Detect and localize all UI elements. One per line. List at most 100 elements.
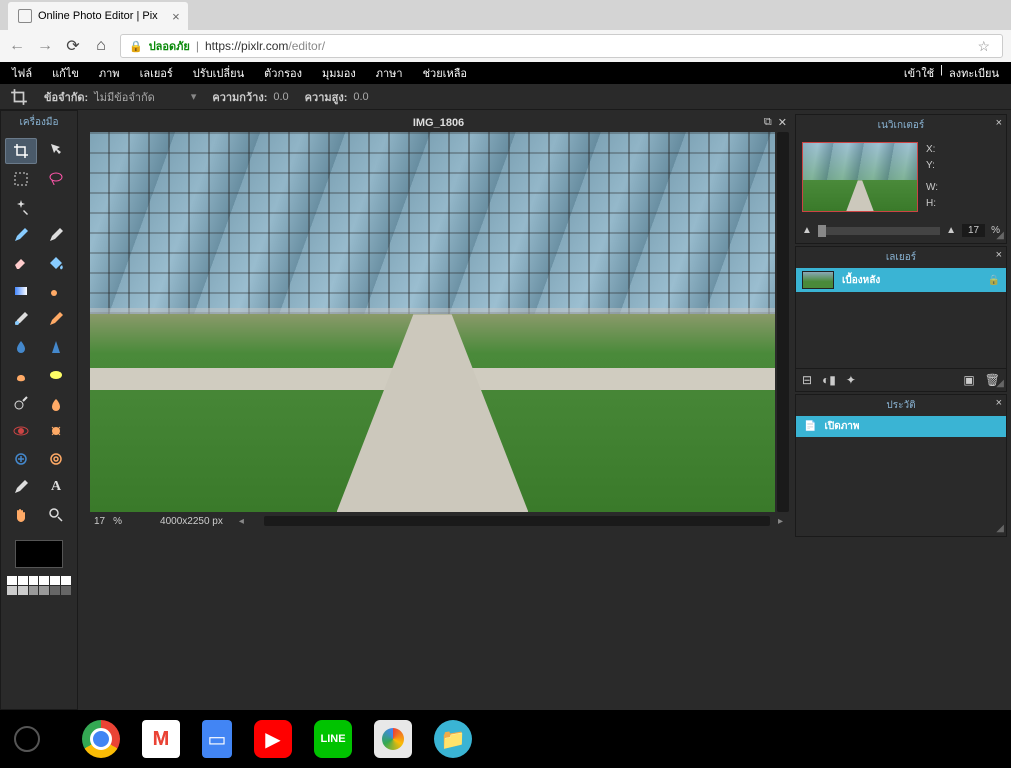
tool-burn[interactable] (40, 390, 72, 416)
tool-type[interactable]: A (40, 474, 72, 500)
close-icon[interactable]: × (172, 9, 180, 24)
layer-mask-icon[interactable]: ◐▮ (822, 373, 836, 387)
menu-help[interactable]: ช่วยเหลือ (423, 64, 467, 82)
canvas-image[interactable] (90, 132, 775, 512)
tool-redeye[interactable] (5, 418, 37, 444)
tool-sharpen[interactable] (40, 334, 72, 360)
layer-styles-icon[interactable]: ✦ (846, 373, 856, 387)
resize-handle[interactable]: ◢ (996, 523, 1004, 534)
tab-title: Online Photo Editor | Pix (38, 10, 158, 22)
constraint-value[interactable]: ไม่มีข้อจำกัด (94, 88, 155, 106)
menu-bar: ไฟล์ แก้ไข ภาพ เลเยอร์ ปรับเปลี่ยน ตัวกร… (0, 62, 1011, 84)
secure-label: ปลอดภัย (149, 37, 190, 55)
tools-header: เครื่องมือ (1, 111, 77, 134)
tool-marquee[interactable] (5, 166, 37, 192)
zoom-percent[interactable]: 17 (94, 516, 105, 527)
tool-clone[interactable] (40, 278, 72, 304)
panels: เนวิเกเตอร์ × X: Y: W: H: ▲ ▲ 17 (795, 110, 1011, 710)
chevron-down-icon[interactable]: ▾ (191, 90, 197, 103)
menu-file[interactable]: ไฟล์ (12, 64, 32, 82)
reload-icon[interactable]: ⟳ (64, 36, 82, 56)
swatch-grid[interactable] (1, 576, 77, 595)
scroll-left-icon[interactable]: ◂ (239, 516, 244, 527)
tool-draw[interactable] (40, 306, 72, 332)
width-value[interactable]: 0.0 (273, 91, 288, 103)
tool-replace[interactable] (5, 306, 37, 332)
workspace: เครื่องมือ (0, 110, 1011, 710)
menu-register[interactable]: ลงทะเบียน (949, 64, 999, 82)
tool-spot[interactable] (40, 418, 72, 444)
launcher-icon[interactable] (14, 726, 40, 752)
tool-gradient[interactable] (5, 278, 37, 304)
nav-bar: ← → ⟳ ⌂ 🔒 ปลอดภัย | https://pixlr.com/ed… (0, 30, 1011, 62)
tool-sponge[interactable] (40, 362, 72, 388)
tool-bucket[interactable] (40, 250, 72, 276)
scrollbar-vertical[interactable] (777, 132, 789, 512)
zoom-out-icon[interactable]: ▲ (802, 225, 812, 236)
resize-handle[interactable]: ◢ (996, 378, 1004, 389)
tool-pinch[interactable] (40, 446, 72, 472)
navigator-thumbnail[interactable] (802, 142, 918, 212)
tool-crop[interactable] (5, 138, 37, 164)
zoom-slider[interactable] (818, 227, 940, 235)
lock-icon[interactable]: 🔒 (988, 275, 1000, 286)
url-bar[interactable]: 🔒 ปลอดภัย | https://pixlr.com/editor/ ☆ (120, 34, 1003, 58)
height-value[interactable]: 0.0 (353, 91, 368, 103)
menu-language[interactable]: ภาษา (376, 64, 403, 82)
forward-icon[interactable]: → (36, 37, 54, 55)
canvas-dimensions: 4000x2250 px (160, 516, 223, 527)
resize-handle[interactable]: ◢ (996, 230, 1004, 241)
close-icon[interactable]: ✕ (778, 116, 787, 129)
menu-layer[interactable]: เลเยอร์ (140, 64, 173, 82)
open-image-icon: 📄 (804, 421, 816, 432)
docs-icon[interactable]: ▭ (202, 720, 232, 758)
line-icon[interactable]: LINE (314, 720, 352, 758)
menu-adjust[interactable]: ปรับเปลี่ยน (193, 64, 244, 82)
tool-dodge[interactable] (5, 390, 37, 416)
tool-pencil[interactable] (5, 222, 37, 248)
layer-item[interactable]: เบื้องหลัง 🔒 (796, 268, 1006, 292)
tool-picker[interactable] (5, 474, 37, 500)
menu-login[interactable]: เข้าใช้ (904, 64, 934, 82)
close-icon[interactable]: × (996, 397, 1002, 409)
maximize-icon[interactable]: ⧉ (764, 116, 772, 129)
new-layer-icon[interactable]: ▣ (963, 373, 974, 387)
home-icon[interactable]: ⌂ (92, 37, 110, 55)
files-icon[interactable]: 📁 (434, 720, 472, 758)
lock-icon: 🔒 (129, 40, 143, 53)
pixlr-icon[interactable] (374, 720, 412, 758)
color-swatch[interactable] (15, 540, 63, 568)
tool-smudge[interactable] (5, 362, 37, 388)
close-icon[interactable]: × (996, 117, 1002, 129)
menu-filter[interactable]: ตัวกรอง (264, 64, 302, 82)
scroll-right-icon[interactable]: ▸ (778, 516, 783, 527)
star-icon[interactable]: ☆ (977, 38, 990, 55)
tool-bloat[interactable] (5, 446, 37, 472)
close-icon[interactable]: × (996, 249, 1002, 261)
gmail-icon[interactable]: M (142, 720, 180, 758)
tool-brush[interactable] (40, 222, 72, 248)
menu-edit[interactable]: แก้ไข (52, 64, 79, 82)
tool-hand[interactable] (5, 502, 37, 528)
zoom-in-icon[interactable]: ▲ (946, 225, 956, 236)
tool-zoom[interactable] (40, 502, 72, 528)
menu-view[interactable]: มุมมอง (322, 64, 356, 82)
tool-blur[interactable] (5, 334, 37, 360)
tool-blank1[interactable] (40, 194, 72, 220)
scrollbar-horizontal[interactable] (264, 516, 770, 526)
browser-tab[interactable]: Online Photo Editor | Pix × (8, 2, 188, 30)
percent-sign: % (113, 516, 122, 527)
chrome-icon[interactable] (82, 720, 120, 758)
zoom-value[interactable]: 17 (962, 224, 985, 237)
tool-move[interactable] (40, 138, 72, 164)
tools-panel: เครื่องมือ (0, 110, 78, 710)
tool-lasso[interactable] (40, 166, 72, 192)
tool-eraser[interactable] (5, 250, 37, 276)
tool-wand[interactable] (5, 194, 37, 220)
app: ไฟล์ แก้ไข ภาพ เลเยอร์ ปรับเปลี่ยน ตัวกร… (0, 62, 1011, 710)
layer-settings-icon[interactable]: ⊟ (802, 373, 812, 387)
back-icon[interactable]: ← (8, 37, 26, 55)
history-item[interactable]: 📄 เปิดภาพ (796, 416, 1006, 437)
youtube-icon[interactable]: ▶ (254, 720, 292, 758)
menu-image[interactable]: ภาพ (99, 64, 120, 82)
